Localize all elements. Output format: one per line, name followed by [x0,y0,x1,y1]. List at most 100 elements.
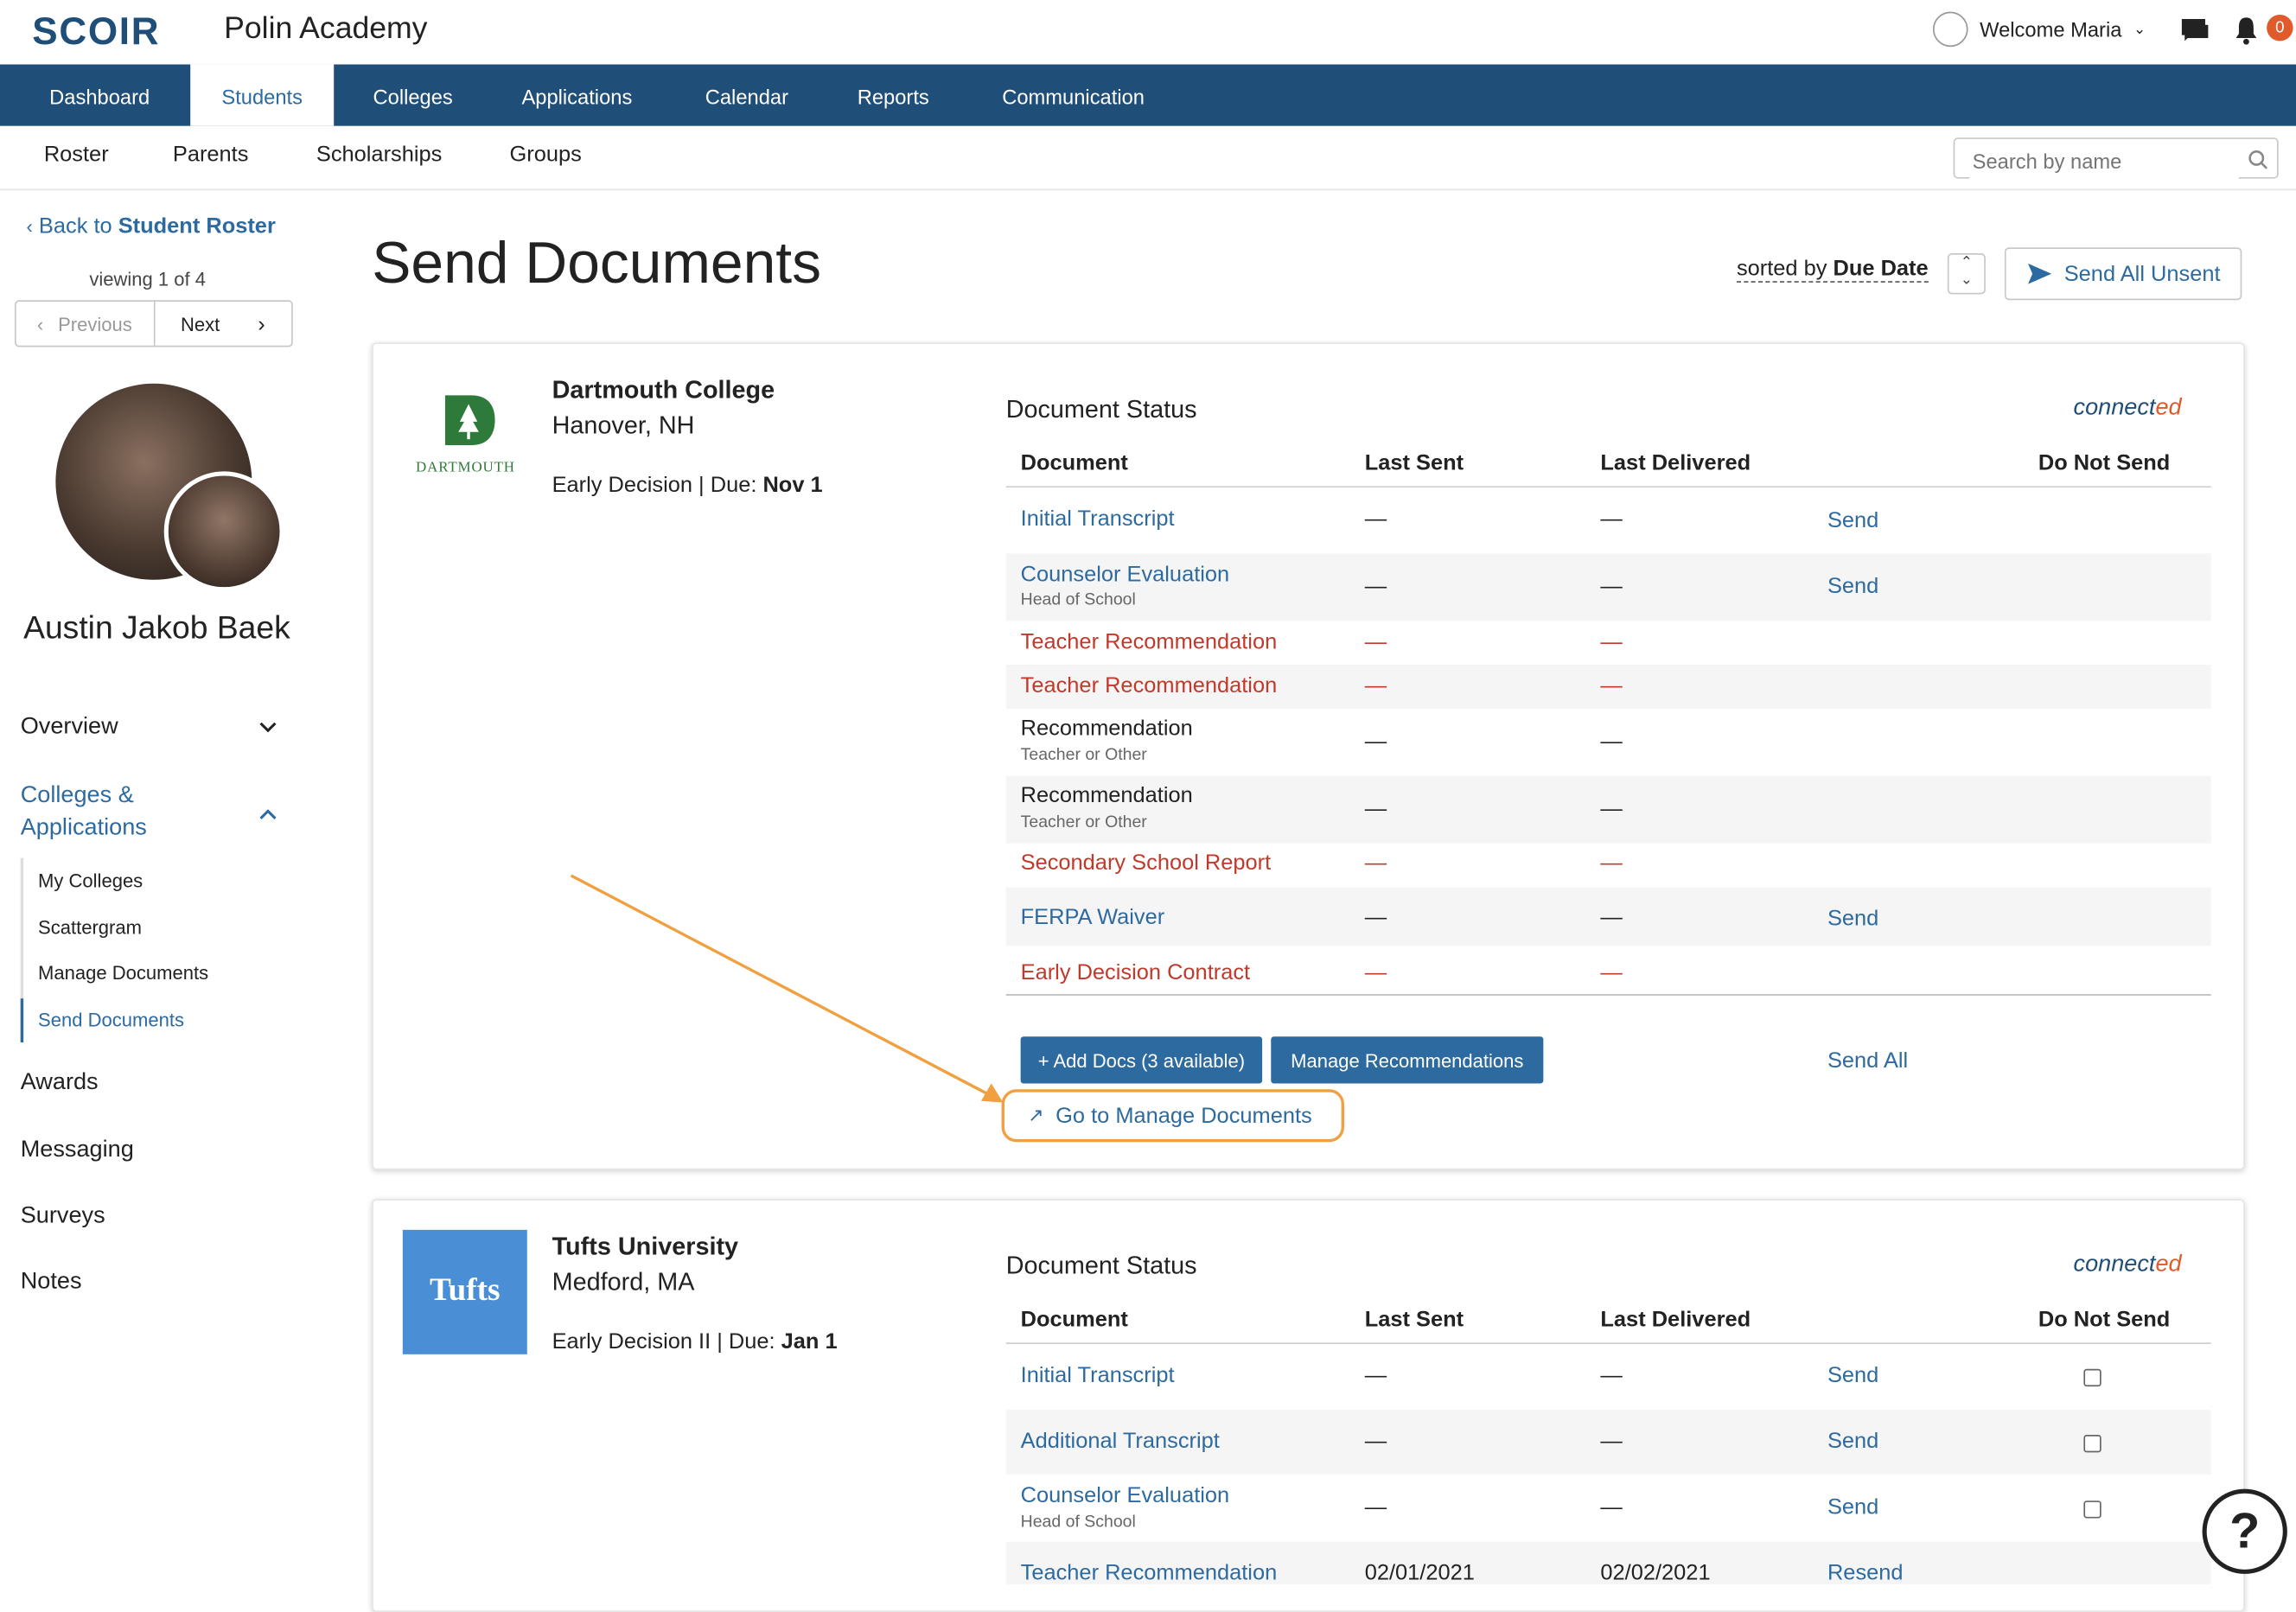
menu-colleges-applications-line2[interactable]: Applications [21,815,147,841]
viewing-count: viewing 1 of 4 [89,267,206,290]
menu-messaging[interactable]: Messaging [21,1137,134,1163]
send-all-unsent-button[interactable]: Send All Unsent [2004,247,2242,301]
column-header-last-sent: Last Sent [1364,450,1464,476]
last-sent: — [1364,904,1387,930]
last-sent: — [1364,673,1387,698]
submenu-active-indicator [20,998,24,1043]
doc-early-decision-contract[interactable]: Early Decision Contract [1021,960,1250,985]
do-not-send-checkbox[interactable] [2083,1435,2101,1453]
last-delivered: — [1600,1363,1623,1388]
nav-communication[interactable]: Communication [979,65,1169,126]
submenu-my-colleges[interactable]: My Colleges [38,870,143,891]
menu-awards[interactable]: Awards [21,1070,99,1096]
submenu-manage-documents[interactable]: Manage Documents [38,962,208,984]
back-to-roster-link[interactable]: ‹ Back to Student Roster [26,213,275,239]
column-header-last-delivered: Last Delivered [1600,1307,1751,1333]
send-link[interactable]: Send [1827,574,1878,599]
doc-teacher-recommendation[interactable]: Teacher Recommendation [1021,1561,1278,1586]
send-link[interactable]: Send [1827,1494,1878,1520]
doc-initial-transcript[interactable]: Initial Transcript [1021,507,1175,532]
doc-ferpa-waiver[interactable]: FERPA Waiver [1021,905,1165,930]
manage-recommendations-button[interactable]: Manage Recommendations [1271,1036,1544,1084]
column-header-last-sent: Last Sent [1364,1307,1464,1333]
connected-badge: connected [2073,1252,2182,1277]
user-menu[interactable]: Welcome Maria ⌄ [1932,11,2146,48]
last-delivered: — [1600,1494,1623,1520]
doc-counselor-evaluation[interactable]: Counselor Evaluation [1021,562,1230,587]
menu-surveys[interactable]: Surveys [21,1203,105,1229]
student-photo-thumbnail [163,471,284,592]
application-plan: Early Decision | Due: Nov 1 [552,473,823,498]
add-docs-button[interactable]: + Add Docs (3 available) [1020,1036,1263,1084]
subnav-scholarships[interactable]: Scholarships [316,142,442,167]
previous-button[interactable]: ‹ Previous [16,301,155,346]
nav-calendar[interactable]: Calendar [682,65,811,126]
help-button[interactable]: ? [2202,1488,2287,1574]
college-name[interactable]: Tufts University [552,1233,738,1262]
doc-teacher-recommendation[interactable]: Teacher Recommendation [1021,673,1278,698]
last-delivered: — [1600,629,1623,655]
last-delivered: 02/02/2021 [1600,1560,1711,1586]
doc-initial-transcript[interactable]: Initial Transcript [1021,1363,1175,1388]
last-sent: — [1364,851,1387,876]
doc-subtitle: Head of School [1020,591,1136,609]
last-delivered: — [1600,673,1623,698]
chevron-down-icon[interactable] [258,720,278,735]
chevron-up-icon[interactable] [258,806,278,821]
menu-overview[interactable]: Overview [21,715,118,741]
application-plan: Early Decision II | Due: Jan 1 [552,1329,838,1354]
doc-recommendation: Recommendation [1020,716,1193,742]
scoir-logo[interactable]: SCOIR [32,9,160,54]
send-all-link[interactable]: Send All [1827,1048,1908,1074]
last-sent: — [1364,729,1387,755]
doc-secondary-school-report[interactable]: Secondary School Report [1021,851,1272,876]
annotation-arrow [570,874,1004,1103]
subnav-parents[interactable]: Parents [173,142,249,167]
nav-dashboard[interactable]: Dashboard [21,65,179,126]
submenu-send-documents[interactable]: Send Documents [38,1009,184,1030]
main-nav: Dashboard Students Colleges Applications… [0,64,2296,181]
table-bottom-divider [1005,994,2211,996]
doc-additional-transcript[interactable]: Additional Transcript [1021,1429,1220,1454]
send-link[interactable]: Send [1827,508,1878,533]
chevron-down-icon: ⌄ [2133,21,2146,38]
subnav-groups[interactable]: Groups [509,142,581,167]
sort-toggle-button[interactable]: ⌃ ⌄ [1947,253,1986,295]
chat-icon[interactable] [2178,16,2210,46]
column-header-do-not-send: Do Not Send [2038,450,2171,476]
nav-students[interactable]: Students [190,64,335,126]
do-not-send-checkbox[interactable] [2083,1368,2101,1387]
next-button[interactable]: Next › [155,302,291,346]
menu-colleges-applications-line1[interactable]: Colleges & [21,783,134,809]
doc-recommendation: Recommendation [1020,783,1193,809]
last-sent: — [1364,796,1387,822]
send-link[interactable]: Send [1827,907,1878,932]
nav-applications[interactable]: Applications [498,65,656,126]
school-name: Polin Academy [224,11,428,46]
bell-icon[interactable] [2231,15,2261,47]
subnav-roster[interactable]: Roster [44,142,109,167]
last-sent: — [1364,1494,1387,1520]
doc-counselor-evaluation[interactable]: Counselor Evaluation [1021,1483,1230,1508]
doc-teacher-recommendation[interactable]: Teacher Recommendation [1021,629,1278,654]
welcome-text: Welcome Maria [1980,17,2122,41]
paper-plane-icon [2027,263,2051,284]
college-name[interactable]: Dartmouth College [552,376,775,405]
last-delivered: — [1600,574,1623,599]
last-sent: — [1364,1429,1387,1455]
submenu-scattergram[interactable]: Scattergram [38,916,142,938]
nav-colleges[interactable]: Colleges [348,65,477,126]
send-link[interactable]: Send [1827,1363,1878,1388]
go-to-manage-documents-link[interactable]: ↗ Go to Manage Documents [1001,1089,1344,1143]
send-link[interactable]: Send [1827,1429,1878,1454]
nav-reports[interactable]: Reports [835,65,953,126]
student-name: Austin Jakob Baek [23,608,290,646]
chevron-right-icon: › [258,310,265,336]
menu-notes[interactable]: Notes [21,1270,82,1296]
do-not-send-checkbox[interactable] [2083,1500,2101,1519]
last-sent: 02/01/2021 [1364,1560,1475,1586]
page-title: Send Documents [372,231,822,296]
sort-selector[interactable]: sorted by Due Date [1736,256,1929,283]
table-header-divider [1005,1342,2211,1344]
resend-link[interactable]: Resend [1827,1561,1904,1586]
